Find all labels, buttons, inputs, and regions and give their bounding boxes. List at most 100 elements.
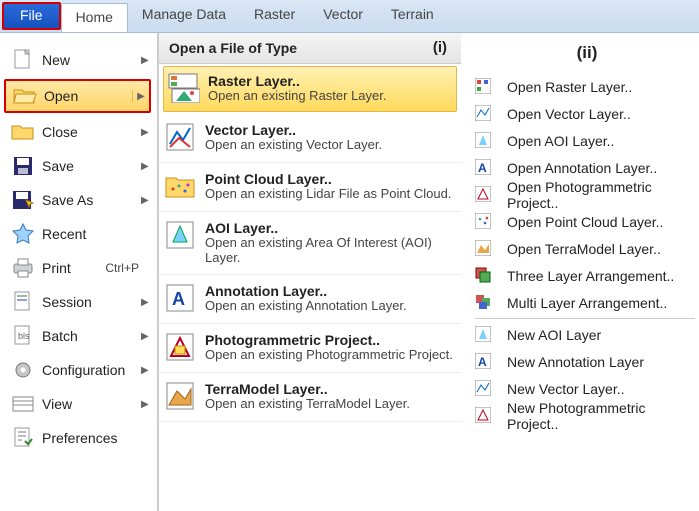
type-vector-layer[interactable]: Vector Layer..Open an existing Vector La… bbox=[159, 114, 461, 163]
rmenu-three-layer[interactable]: Three Layer Arrangement.. bbox=[475, 262, 699, 289]
type-raster-layer[interactable]: Raster Layer..Open an existing Raster La… bbox=[163, 66, 457, 112]
tab-raster[interactable]: Raster bbox=[240, 0, 309, 32]
menu-configuration[interactable]: Configuration ▶ bbox=[0, 353, 157, 387]
folder-icon bbox=[10, 121, 36, 143]
menu-close[interactable]: Close ▶ bbox=[0, 115, 157, 149]
menu-open-label: Open bbox=[44, 88, 132, 104]
menu-save-label: Save bbox=[42, 158, 141, 174]
menu-save[interactable]: Save ▶ bbox=[0, 149, 157, 183]
rmenu-open-annotation[interactable]: A Open Annotation Layer.. bbox=[475, 154, 699, 181]
submenu-arrow-icon: ▶ bbox=[141, 161, 157, 172]
aoi-icon bbox=[475, 132, 493, 150]
folder-open-icon bbox=[12, 85, 38, 107]
type-title: Raster Layer.. bbox=[208, 73, 387, 89]
submenu-arrow-icon: ▶ bbox=[132, 91, 149, 102]
annotation-i: (i) bbox=[433, 39, 447, 56]
batch-icon: bls bbox=[10, 325, 36, 347]
new-icon bbox=[10, 49, 36, 71]
type-photogrammetric-project[interactable]: Photogrammetric Project..Open an existin… bbox=[159, 324, 461, 373]
menu-prefs-label: Preferences bbox=[42, 430, 157, 446]
tab-home[interactable]: Home bbox=[61, 3, 128, 32]
menu-view[interactable]: View ▶ bbox=[0, 387, 157, 421]
multi-layer-icon bbox=[475, 294, 493, 312]
raster-icon bbox=[475, 78, 493, 96]
rmenu-open-photogrammetric[interactable]: Open Photogrammetric Project.. bbox=[475, 181, 699, 208]
vector-layer-icon bbox=[165, 122, 197, 154]
menu-print-shortcut: Ctrl+P bbox=[105, 261, 139, 275]
vector-icon bbox=[475, 105, 493, 123]
rmenu-multi-layer[interactable]: Multi Layer Arrangement.. bbox=[475, 289, 699, 316]
annotation-icon: A bbox=[475, 159, 493, 177]
menu-print-label: Print bbox=[42, 260, 105, 276]
rmenu-new-photogrammetric[interactable]: New Photogrammetric Project.. bbox=[475, 402, 699, 429]
type-desc: Open an existing Photogrammetric Project… bbox=[205, 348, 453, 363]
print-icon bbox=[10, 257, 36, 279]
point-cloud-icon bbox=[165, 171, 197, 203]
type-point-cloud-layer[interactable]: Point Cloud Layer..Open an existing Lida… bbox=[159, 163, 461, 212]
type-title: Point Cloud Layer.. bbox=[205, 171, 451, 187]
rmenu-open-point-cloud[interactable]: Open Point Cloud Layer.. bbox=[475, 208, 699, 235]
menu-saveas-label: Save As bbox=[42, 192, 141, 208]
rmenu-open-vector[interactable]: Open Vector Layer.. bbox=[475, 100, 699, 127]
menu-recent[interactable]: Recent bbox=[0, 217, 157, 251]
rmenu-label: Open Vector Layer.. bbox=[507, 106, 631, 122]
type-title: TerraModel Layer.. bbox=[205, 381, 410, 397]
rmenu-new-annotation[interactable]: ANew Annotation Layer bbox=[475, 348, 699, 375]
annotation-ii: (ii) bbox=[475, 43, 699, 63]
rmenu-label: Open Photogrammetric Project.. bbox=[507, 179, 699, 211]
terramodel-icon bbox=[475, 240, 493, 258]
tab-manage-data[interactable]: Manage Data bbox=[128, 0, 240, 32]
type-aoi-layer[interactable]: AOI Layer..Open an existing Area Of Inte… bbox=[159, 212, 461, 275]
tab-terrain[interactable]: Terrain bbox=[377, 0, 448, 32]
tab-file[interactable]: File bbox=[2, 2, 61, 30]
submenu-arrow-icon: ▶ bbox=[141, 399, 157, 410]
rmenu-label: Open TerraModel Layer.. bbox=[507, 241, 661, 257]
right-menu-panel: (ii) Open Raster Layer.. Open Vector Lay… bbox=[461, 33, 699, 511]
menu-close-label: Close bbox=[42, 124, 141, 140]
menu-new[interactable]: New ▶ bbox=[0, 43, 157, 77]
rmenu-open-terramodel[interactable]: Open TerraModel Layer.. bbox=[475, 235, 699, 262]
menu-new-label: New bbox=[42, 52, 141, 68]
type-terramodel-layer[interactable]: TerraModel Layer..Open an existing Terra… bbox=[159, 373, 461, 422]
menu-open[interactable]: Open ▶ bbox=[4, 79, 151, 113]
tab-vector[interactable]: Vector bbox=[309, 0, 377, 32]
menu-config-label: Configuration bbox=[42, 362, 141, 378]
menu-save-as[interactable]: Save As ▶ bbox=[0, 183, 157, 217]
menu-session[interactable]: Session ▶ bbox=[0, 285, 157, 319]
rmenu-label: New Photogrammetric Project.. bbox=[507, 400, 699, 432]
rmenu-label: Open Annotation Layer.. bbox=[507, 160, 657, 176]
menu-preferences[interactable]: Preferences bbox=[0, 421, 157, 455]
point-cloud-icon bbox=[475, 213, 493, 231]
svg-text:A: A bbox=[172, 289, 185, 309]
type-annotation-layer[interactable]: A Annotation Layer..Open an existing Ann… bbox=[159, 275, 461, 324]
aoi-icon bbox=[475, 326, 493, 344]
file-menu: New ▶ Open ▶ Close ▶ Save ▶ Save As ▶ Re… bbox=[0, 33, 158, 511]
rmenu-new-aoi[interactable]: New AOI Layer bbox=[475, 321, 699, 348]
terramodel-icon bbox=[165, 381, 197, 413]
menu-print[interactable]: Print Ctrl+P bbox=[0, 251, 157, 285]
rmenu-open-aoi[interactable]: Open AOI Layer.. bbox=[475, 127, 699, 154]
gear-icon bbox=[10, 359, 36, 381]
rmenu-new-vector[interactable]: New Vector Layer.. bbox=[475, 375, 699, 402]
submenu-arrow-icon: ▶ bbox=[141, 127, 157, 138]
menu-batch[interactable]: bls Batch ▶ bbox=[0, 319, 157, 353]
svg-text:bls: bls bbox=[18, 331, 30, 341]
type-desc: Open an existing Annotation Layer. bbox=[205, 299, 407, 314]
save-as-icon bbox=[10, 189, 36, 211]
submenu-arrow-icon: ▶ bbox=[141, 55, 157, 66]
type-desc: Open an existing Lidar File as Point Clo… bbox=[205, 187, 451, 202]
rmenu-label: Open Raster Layer.. bbox=[507, 79, 632, 95]
submenu-arrow-icon: ▶ bbox=[141, 297, 157, 308]
ribbon-tabs: File Home Manage Data Raster Vector Terr… bbox=[0, 0, 699, 33]
rmenu-label: New Vector Layer.. bbox=[507, 381, 625, 397]
session-icon bbox=[10, 291, 36, 313]
type-title: Vector Layer.. bbox=[205, 122, 382, 138]
type-title: Photogrammetric Project.. bbox=[205, 332, 453, 348]
open-type-header: Open a File of Type (i) bbox=[159, 33, 461, 64]
aoi-layer-icon bbox=[165, 220, 197, 252]
rmenu-label: Open Point Cloud Layer.. bbox=[507, 214, 663, 230]
submenu-arrow-icon: ▶ bbox=[141, 331, 157, 342]
type-desc: Open an existing Vector Layer. bbox=[205, 138, 382, 153]
rmenu-open-raster[interactable]: Open Raster Layer.. bbox=[475, 73, 699, 100]
submenu-arrow-icon: ▶ bbox=[141, 365, 157, 376]
